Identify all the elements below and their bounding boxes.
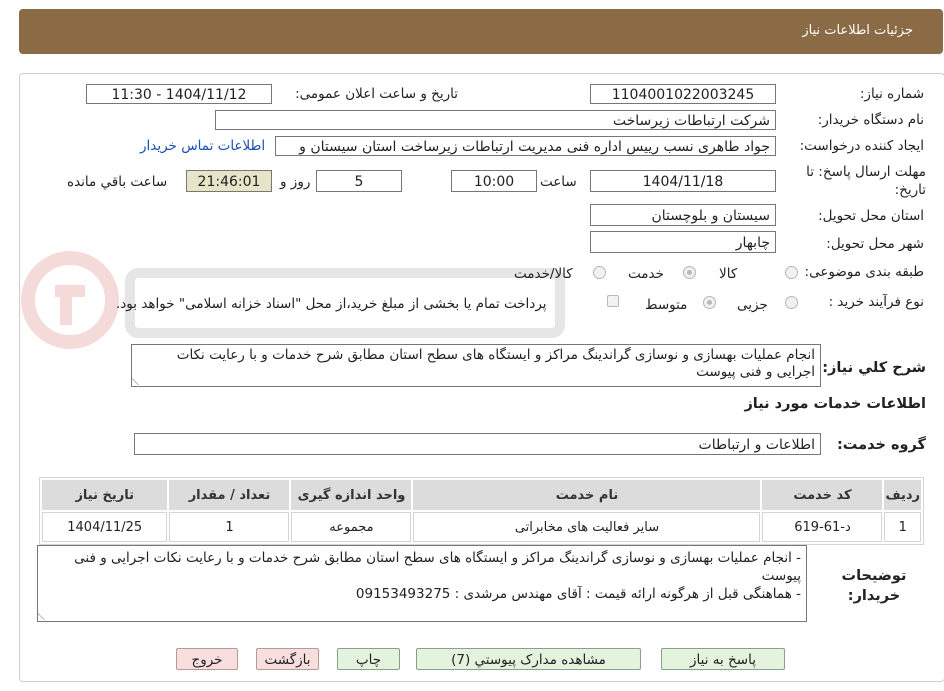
table-row: 1 د-61-619 سایر فعالیت های مخابراتی مجمو… [42,512,921,542]
deadline-time-label: ساعت [540,174,577,190]
payment-note: پرداخت تمام یا بخشی از مبلغ خرید،از محل … [116,296,547,312]
announce-datetime-label: تاریخ و ساعت اعلان عمومی: [295,86,458,102]
requester-field: جواد طاهری نسب رییس اداره فنی مدیریت ارت… [275,136,776,156]
category-radio-goods-service[interactable] [593,266,606,279]
treasury-payment-checkbox[interactable] [607,295,619,307]
remaining-time-field: 21:46:01 [186,170,272,192]
process-radio-minor[interactable] [785,296,798,309]
buyer-notes-line-2: - هماهنگی قبل از هرگونه ارائه قیمت : آقا… [355,586,801,602]
buyer-notes-line-1: - انجام عملیات بهسازی و نوسازی گراندینگ … [74,550,801,584]
category-option-goods-service: کالا/خدمت [514,266,573,282]
buyer-contact-link[interactable]: اطلاعات تماس خریدار [140,138,265,154]
cell-quantity: 1 [169,512,290,542]
days-label: روز و [280,174,311,190]
process-option-minor: جزیی [737,297,768,313]
column-header-service-name: نام خدمت [413,480,761,510]
cell-unit: مجموعه [291,512,412,542]
cell-need-date: 1404/11/25 [42,512,168,542]
back-button[interactable]: بازگشت [256,648,319,670]
remaining-time-label: ساعت باقي مانده [67,174,168,190]
province-label: استان محل تحویل: [818,208,924,224]
column-header-unit: واحد اندازه گیری [291,480,412,510]
category-radio-goods[interactable] [785,266,798,279]
exit-button[interactable]: خروج [176,648,238,670]
city-label: شهر محل تحویل: [826,236,924,252]
page-title: جزئیات اطلاعات نیاز [802,23,913,38]
buyer-org-label: نام دستگاه خریدار: [817,112,924,128]
buyer-org-field: شرکت ارتباطات زیرساخت [215,110,776,130]
category-label: طبقه بندی موضوعی: [804,264,924,280]
print-button[interactable]: چاپ [337,648,400,670]
view-attachments-button[interactable]: مشاهده مدارک پیوستي (7) [416,648,641,670]
buyer-notes-textarea[interactable]: - انجام عملیات بهسازی و نوسازی گراندینگ … [37,545,807,622]
service-group-field: اطلاعات و ارتباطات [134,433,821,455]
deadline-time-field: 10:00 [451,170,537,192]
table-header-row: ردیف کد خدمت نام خدمت واحد اندازه گیری ت… [42,480,921,510]
services-section-title: اطلاعات خدمات مورد نیاز [744,396,926,412]
buyer-notes-label: توضیحات خریدار: [841,568,907,604]
page-header: جزئیات اطلاعات نیاز [19,9,943,54]
deadline-label: مهلت ارسال پاسخ: تا تاریخ: [806,164,926,198]
days-remaining-field: 5 [316,170,402,192]
city-field: چابهار [590,231,776,253]
process-option-medium: متوسط [645,297,688,313]
summary-text: انجام عملیات بهسازی و نوسازی گراندینگ مر… [176,347,815,380]
requester-label: ایجاد کننده درخواست: [799,138,924,154]
cell-row-number: 1 [884,512,921,542]
summary-label: شرح کلي نياز: [822,360,926,376]
column-header-quantity: تعداد / مقدار [169,480,290,510]
column-header-service-code: کد خدمت [762,480,883,510]
need-number-label: شماره نیاز: [859,86,924,102]
announce-datetime-field: 1404/11/12 - 11:30 [86,84,272,104]
resize-handle-icon[interactable] [38,612,53,620]
process-type-label: نوع فرآیند خرید : [828,294,924,310]
column-header-need-date: تاریخ نیاز [42,480,168,510]
need-number-field: 1104001022003245 [590,84,776,104]
services-table: ردیف کد خدمت نام خدمت واحد اندازه گیری ت… [39,477,924,545]
summary-textarea[interactable]: انجام عملیات بهسازی و نوسازی گراندینگ مر… [131,344,821,387]
respond-button[interactable]: پاسخ به نیاز [661,648,785,670]
deadline-date-field: 1404/11/18 [590,170,776,192]
service-group-label: گروه خدمت: [836,437,926,453]
category-option-goods: کالا [719,266,738,282]
cell-service-name: سایر فعالیت های مخابراتی [413,512,761,542]
category-radio-service[interactable] [683,266,696,279]
resize-handle-icon[interactable] [132,377,147,385]
column-header-row-number: ردیف [884,480,921,510]
category-option-service: خدمت [628,266,664,282]
cell-service-code: د-61-619 [762,512,883,542]
province-field: سیستان و بلوچستان [590,204,776,226]
process-radio-medium[interactable] [703,296,716,309]
